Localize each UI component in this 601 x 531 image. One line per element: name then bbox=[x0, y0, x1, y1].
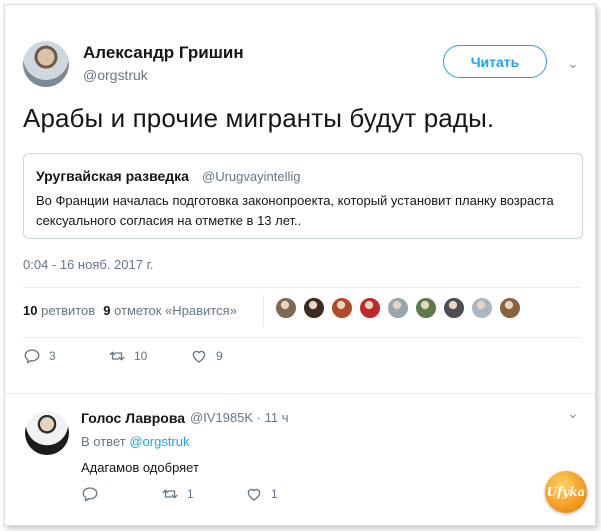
like-button[interactable]: 9 bbox=[190, 347, 223, 365]
tweet-stats: 10 ретвитов 9 отметок «Нравится» bbox=[23, 303, 237, 318]
like-stat[interactable]: 9 отметок «Нравится» bbox=[103, 303, 237, 318]
quoted-author-handle: @Urugvayintellig bbox=[202, 169, 301, 184]
liker-avatar[interactable] bbox=[499, 297, 521, 319]
likes-label: отметок «Нравится» bbox=[114, 303, 237, 318]
divider bbox=[5, 393, 595, 394]
follow-button[interactable]: Читать bbox=[443, 45, 547, 78]
liker-avatar[interactable] bbox=[387, 297, 409, 319]
reply-icon bbox=[82, 487, 98, 502]
likes-count: 9 bbox=[103, 303, 111, 318]
reply-button[interactable]: 3 bbox=[23, 347, 108, 365]
liker-avatar[interactable] bbox=[331, 297, 353, 319]
liker-avatar[interactable] bbox=[443, 297, 465, 319]
liker-avatar[interactable] bbox=[303, 297, 325, 319]
watermark-text: Ufyka bbox=[546, 485, 586, 499]
reply-to-prefix: В ответ bbox=[81, 434, 126, 449]
reply-author-handle[interactable]: @IV1985K · 11 ч bbox=[190, 410, 289, 425]
divider bbox=[23, 287, 581, 288]
heart-icon bbox=[247, 488, 261, 501]
retweet-icon bbox=[162, 489, 178, 499]
retweets-label: ретвитов bbox=[41, 303, 96, 318]
chevron-down-icon[interactable]: ⌄ bbox=[567, 405, 579, 422]
reply-icon bbox=[24, 349, 40, 364]
site-watermark-logo: Ufyka bbox=[545, 471, 587, 513]
retweet-button[interactable]: 1 bbox=[161, 485, 245, 503]
retweets-count: 10 bbox=[23, 303, 38, 318]
divider bbox=[23, 337, 581, 338]
like-count: 1 bbox=[271, 487, 278, 501]
reply-author-avatar[interactable] bbox=[25, 411, 69, 455]
quoted-author-name: Уругвайская разведка bbox=[36, 168, 189, 184]
liker-avatar[interactable] bbox=[359, 297, 381, 319]
liker-avatar[interactable] bbox=[471, 297, 493, 319]
author-name[interactable]: Александр Гришин bbox=[83, 43, 244, 63]
author-handle[interactable]: @orgstruk bbox=[83, 67, 148, 83]
reply-count: 3 bbox=[49, 349, 56, 363]
retweet-icon bbox=[109, 351, 125, 361]
retweet-count: 1 bbox=[187, 487, 194, 501]
retweet-count: 10 bbox=[134, 349, 148, 363]
liker-avatar[interactable] bbox=[415, 297, 437, 319]
like-count: 9 bbox=[216, 349, 223, 363]
likers-avatars bbox=[275, 297, 521, 319]
retweet-stat[interactable]: 10 ретвитов bbox=[23, 303, 95, 318]
like-button[interactable]: 1 bbox=[245, 485, 278, 503]
chevron-down-icon[interactable]: ⌄ bbox=[567, 55, 579, 72]
reply-to-line: В ответ @orgstruk bbox=[81, 434, 190, 449]
reply-button[interactable] bbox=[81, 485, 161, 503]
stats-separator bbox=[263, 295, 264, 327]
reply-to-handle-link[interactable]: @orgstruk bbox=[129, 434, 189, 449]
author-avatar[interactable] bbox=[23, 41, 69, 87]
reply-actions: 1 1 bbox=[81, 485, 278, 503]
quoted-tweet-text: Во Франции началась подготовка законопро… bbox=[36, 193, 554, 228]
tweet-timestamp[interactable]: 0:04 - 16 нояб. 2017 г. bbox=[23, 257, 153, 272]
heart-icon bbox=[192, 350, 206, 363]
tweet-text: Арабы и прочие мигранты будут рады. bbox=[23, 103, 495, 133]
reply-text: Адагамов одобряет bbox=[81, 460, 199, 475]
quoted-tweet[interactable]: Уругвайская разведка @Urugvayintellig Во… bbox=[23, 153, 583, 239]
reply-author-name[interactable]: Голос Лаврова bbox=[81, 410, 185, 426]
tweet-card: Александр Гришин @orgstruk Читать ⌄ Араб… bbox=[4, 4, 596, 526]
retweet-button[interactable]: 10 bbox=[108, 347, 190, 365]
tweet-actions: 3 10 9 bbox=[23, 347, 223, 365]
liker-avatar[interactable] bbox=[275, 297, 297, 319]
